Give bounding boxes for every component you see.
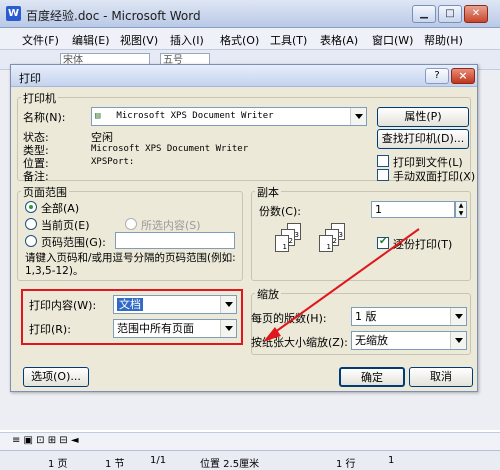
status-page: 1 页 — [48, 459, 68, 470]
minimize-icon[interactable]: ▁ — [412, 5, 436, 23]
type-value: Microsoft XPS Document Writer — [91, 144, 249, 154]
copies-title: 副本 — [255, 184, 281, 200]
view-mode-icons[interactable]: ≡ ▣ ⊡ ⊞ ⊟ ◄ — [12, 435, 79, 446]
manual-duplex-checkbox[interactable] — [377, 169, 389, 181]
menu-file[interactable]: 文件(F) — [22, 32, 59, 48]
highlight-box — [21, 289, 243, 345]
status-section: 1 节 — [105, 459, 125, 470]
status-bar: 1 页 1 节 1/1 位置 2.5厘米 1 行 1 — [0, 450, 500, 470]
menu-help[interactable]: 帮助(H) — [424, 32, 463, 48]
page-range-hint: 请键入页码和/或用逗号分隔的页码范围(例如: 1,3,5-12)。 — [25, 252, 236, 277]
printer-icon: ▤ — [95, 111, 101, 121]
range-current-label: 当前页(E) — [41, 219, 90, 232]
dialog-title-bar: 打印 ? × — [11, 65, 477, 87]
printer-name-label: 名称(N): — [23, 111, 66, 124]
dialog-close-icon[interactable]: × — [451, 68, 475, 84]
chevron-down-icon[interactable] — [350, 108, 366, 125]
menu-window[interactable]: 窗口(W) — [372, 32, 413, 48]
word-title-bar: W 百度经验.doc - Microsoft Word ▁ □ ✕ — [0, 0, 500, 28]
range-selection-radio[interactable] — [125, 218, 137, 230]
status-ratio: 1/1 — [150, 455, 167, 466]
window-title: 百度经验.doc - Microsoft Word — [26, 9, 201, 23]
manual-duplex-label: 手动双面打印(X) — [393, 170, 476, 183]
close-window-icon[interactable]: ✕ — [464, 5, 488, 23]
page-range-input[interactable] — [115, 232, 235, 249]
range-pages-radio[interactable] — [25, 235, 37, 247]
chevron-down-icon[interactable] — [450, 332, 466, 349]
ok-button[interactable]: 确定 — [339, 367, 405, 387]
options-button[interactable]: 选项(O)... — [23, 367, 89, 387]
menu-insert[interactable]: 插入(I) — [170, 32, 204, 48]
menu-view[interactable]: 视图(V) — [120, 32, 158, 48]
location-value: XPSPort: — [91, 157, 135, 167]
page-range-title: 页面范围 — [21, 184, 69, 200]
print-to-file-checkbox[interactable] — [377, 155, 389, 167]
annotation-arrow-icon — [263, 228, 420, 342]
cancel-button[interactable]: 取消 — [409, 367, 473, 387]
view-buttons: ≡ ▣ ⊡ ⊞ ⊟ ◄ — [0, 432, 500, 450]
menu-tools[interactable]: 工具(T) — [270, 32, 307, 48]
find-printer-button[interactable]: 查找打印机(D)... — [377, 129, 469, 149]
menu-edit[interactable]: 编辑(E) — [72, 32, 110, 48]
printer-group-title: 打印机 — [21, 90, 58, 106]
range-all-label: 全部(A) — [41, 202, 80, 215]
status-position: 位置 2.5厘米 — [200, 459, 260, 470]
status-column: 1 — [388, 455, 395, 466]
range-selection-label: 所选内容(S) — [141, 219, 201, 232]
status-line: 1 行 — [336, 459, 356, 470]
help-icon[interactable]: ? — [425, 68, 449, 84]
range-current-radio[interactable] — [25, 218, 37, 230]
printer-name-value: Microsoft XPS Document Writer — [116, 111, 274, 121]
properties-button[interactable]: 属性(P) — [377, 107, 469, 127]
maximize-icon[interactable]: □ — [438, 5, 462, 23]
comment-label: 备注: — [23, 170, 49, 183]
status-value: 空闲 — [91, 131, 113, 144]
word-app-icon: W — [6, 6, 21, 21]
menu-bar: 文件(F) 编辑(E) 视图(V) 插入(I) 格式(O) 工具(T) 表格(A… — [0, 28, 500, 50]
print-dialog: 打印 ? × 打印机 名称(N): ▤ Microsoft XPS Docume… — [10, 64, 478, 392]
dialog-title: 打印 — [19, 72, 41, 85]
copies-spinner[interactable]: ▲ ▼ — [455, 201, 467, 218]
chevron-down-icon[interactable] — [450, 308, 466, 325]
range-pages-label: 页码范围(G): — [41, 236, 106, 249]
range-all-radio[interactable] — [25, 201, 37, 213]
menu-format[interactable]: 格式(O) — [220, 32, 259, 48]
menu-table[interactable]: 表格(A) — [320, 32, 358, 48]
printer-name-select[interactable]: ▤ Microsoft XPS Document Writer — [91, 107, 367, 126]
